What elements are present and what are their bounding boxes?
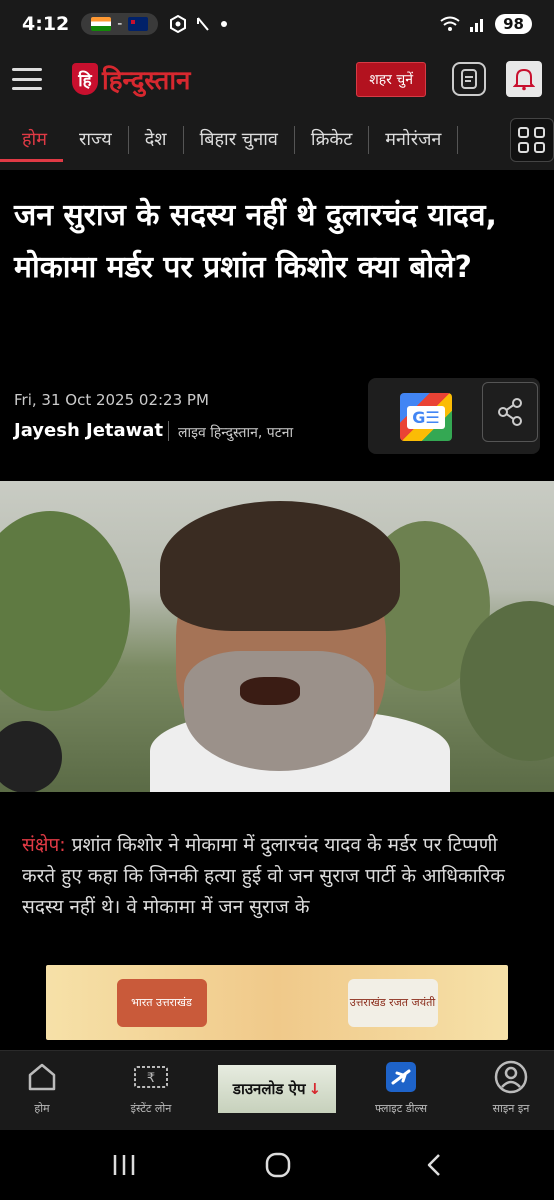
tab-home[interactable]: होम <box>0 118 63 162</box>
article-summary: संक्षेप: प्रशांत किशोर ने मोकामा में दुल… <box>22 830 532 923</box>
app-header: हि हिन्दुस्तान शहर चुनें <box>0 48 554 110</box>
system-navigation-bar <box>0 1130 554 1200</box>
photo-hair <box>160 501 400 631</box>
status-app-icons <box>170 15 228 33</box>
hamburger-menu-icon[interactable] <box>12 68 42 90</box>
epaper-icon[interactable] <box>452 62 486 96</box>
status-pill: - <box>81 13 159 35</box>
download-app-button[interactable]: डाउनलोड ऐप ↓ <box>218 1065 336 1113</box>
status-bar: 4:12 - 98 <box>0 0 554 48</box>
google-news-label: G☰ <box>407 405 445 429</box>
svg-text:₹: ₹ <box>147 1071 155 1086</box>
article-location: लाइव हिन्दुस्तान, पटना <box>178 425 294 441</box>
site-logo[interactable]: हि हिन्दुस्तान <box>72 61 190 97</box>
advertisement-banner[interactable]: भारत उत्तराखंड उत्तराखंड रजत जयंती <box>46 965 508 1040</box>
bottom-nav-flight-deals-label: फ्लाइट डील्स <box>374 1102 428 1115</box>
bottom-nav-sign-in-label: साइन इन <box>492 1102 530 1115</box>
bottom-nav-flight-deals[interactable]: फ्लाइट डील्स <box>356 1059 446 1116</box>
photo-foliage <box>0 511 130 711</box>
summary-text: प्रशांत किशोर ने मोकामा में दुलारचंद याद… <box>22 834 505 918</box>
ad-right-block: उत्तराखंड रजत जयंती <box>347 978 438 1027</box>
share-actions: G☰ <box>368 378 540 454</box>
photo-beard <box>184 651 374 771</box>
dot-icon <box>221 21 228 27</box>
category-nav: होम राज्य देश बिहार चुनाव क्रिकेट मनोरंज… <box>0 110 554 170</box>
bottom-nav-sign-in[interactable]: साइन इन <box>466 1059 554 1116</box>
signal-icon <box>470 19 484 32</box>
download-app-label: डाउनलोड ऐप <box>232 1080 306 1098</box>
notification-bell-icon[interactable] <box>506 61 542 97</box>
shield-app-icon <box>170 15 187 33</box>
battery-indicator: 98 <box>495 14 532 34</box>
tab-bihar-election[interactable]: बिहार चुनाव <box>184 126 295 154</box>
bottom-nav-instant-loan-label: इंस्टेंट लोन <box>130 1102 172 1115</box>
bottom-nav-home-label: होम <box>34 1102 50 1115</box>
article-photo[interactable] <box>0 481 554 792</box>
india-flag-icon <box>91 17 112 31</box>
article-headline: जन सुराज के सदस्य नहीं थे दुलारचंद यादव,… <box>14 198 497 285</box>
tab-cricket[interactable]: क्रिकेट <box>295 126 370 154</box>
all-sections-grid-icon[interactable] <box>510 118 554 162</box>
choose-city-button[interactable]: शहर चुनें <box>356 61 426 97</box>
photo-microphone <box>0 721 62 792</box>
back-icon[interactable] <box>414 1148 454 1182</box>
summary-label: संक्षेप: <box>22 834 66 856</box>
status-right: 98 <box>439 14 532 34</box>
bottom-app-nav: होम ₹ इंस्टेंट लोन डाउनलोड ऐप ↓ फ्लाइट ड… <box>0 1050 554 1130</box>
meta-divider <box>168 421 169 441</box>
home-circle-icon[interactable] <box>258 1148 298 1182</box>
download-arrow-icon: ↓ <box>308 1080 322 1098</box>
article: जन सुराज के सदस्य नहीं थे दुलारचंद यादव,… <box>0 170 554 1050</box>
article-date: Fri, 31 Oct 2025 02:23 PM <box>14 391 209 409</box>
user-circle-icon <box>466 1059 554 1095</box>
status-pill-separator: - <box>117 16 123 32</box>
tab-entertainment[interactable]: मनोरंजन <box>369 126 459 154</box>
rupee-note-icon: ₹ <box>106 1059 196 1095</box>
article-author[interactable]: Jayesh Jetawat <box>14 420 163 441</box>
tab-states[interactable]: राज्य <box>63 126 129 154</box>
google-news-icon[interactable]: G☰ <box>400 393 452 441</box>
logo-mark: हि <box>72 63 98 95</box>
australia-flag-icon <box>128 17 149 31</box>
photo-mouth <box>240 677 300 705</box>
tab-country[interactable]: देश <box>129 126 184 154</box>
airplane-icon <box>356 1059 446 1095</box>
logo-text: हिन्दुस्तान <box>102 66 191 96</box>
status-time: 4:12 <box>22 13 70 35</box>
share-icon[interactable] <box>482 382 538 442</box>
wifi-icon <box>440 16 460 31</box>
recent-apps-icon[interactable] <box>104 1148 144 1182</box>
ad-left-block: भारत उत्तराखंड <box>116 978 207 1027</box>
bottom-nav-instant-loan[interactable]: ₹ इंस्टेंट लोन <box>106 1059 196 1116</box>
bottom-nav-home[interactable]: होम <box>0 1059 87 1116</box>
home-icon <box>0 1059 87 1095</box>
arrow-icon <box>197 17 210 31</box>
